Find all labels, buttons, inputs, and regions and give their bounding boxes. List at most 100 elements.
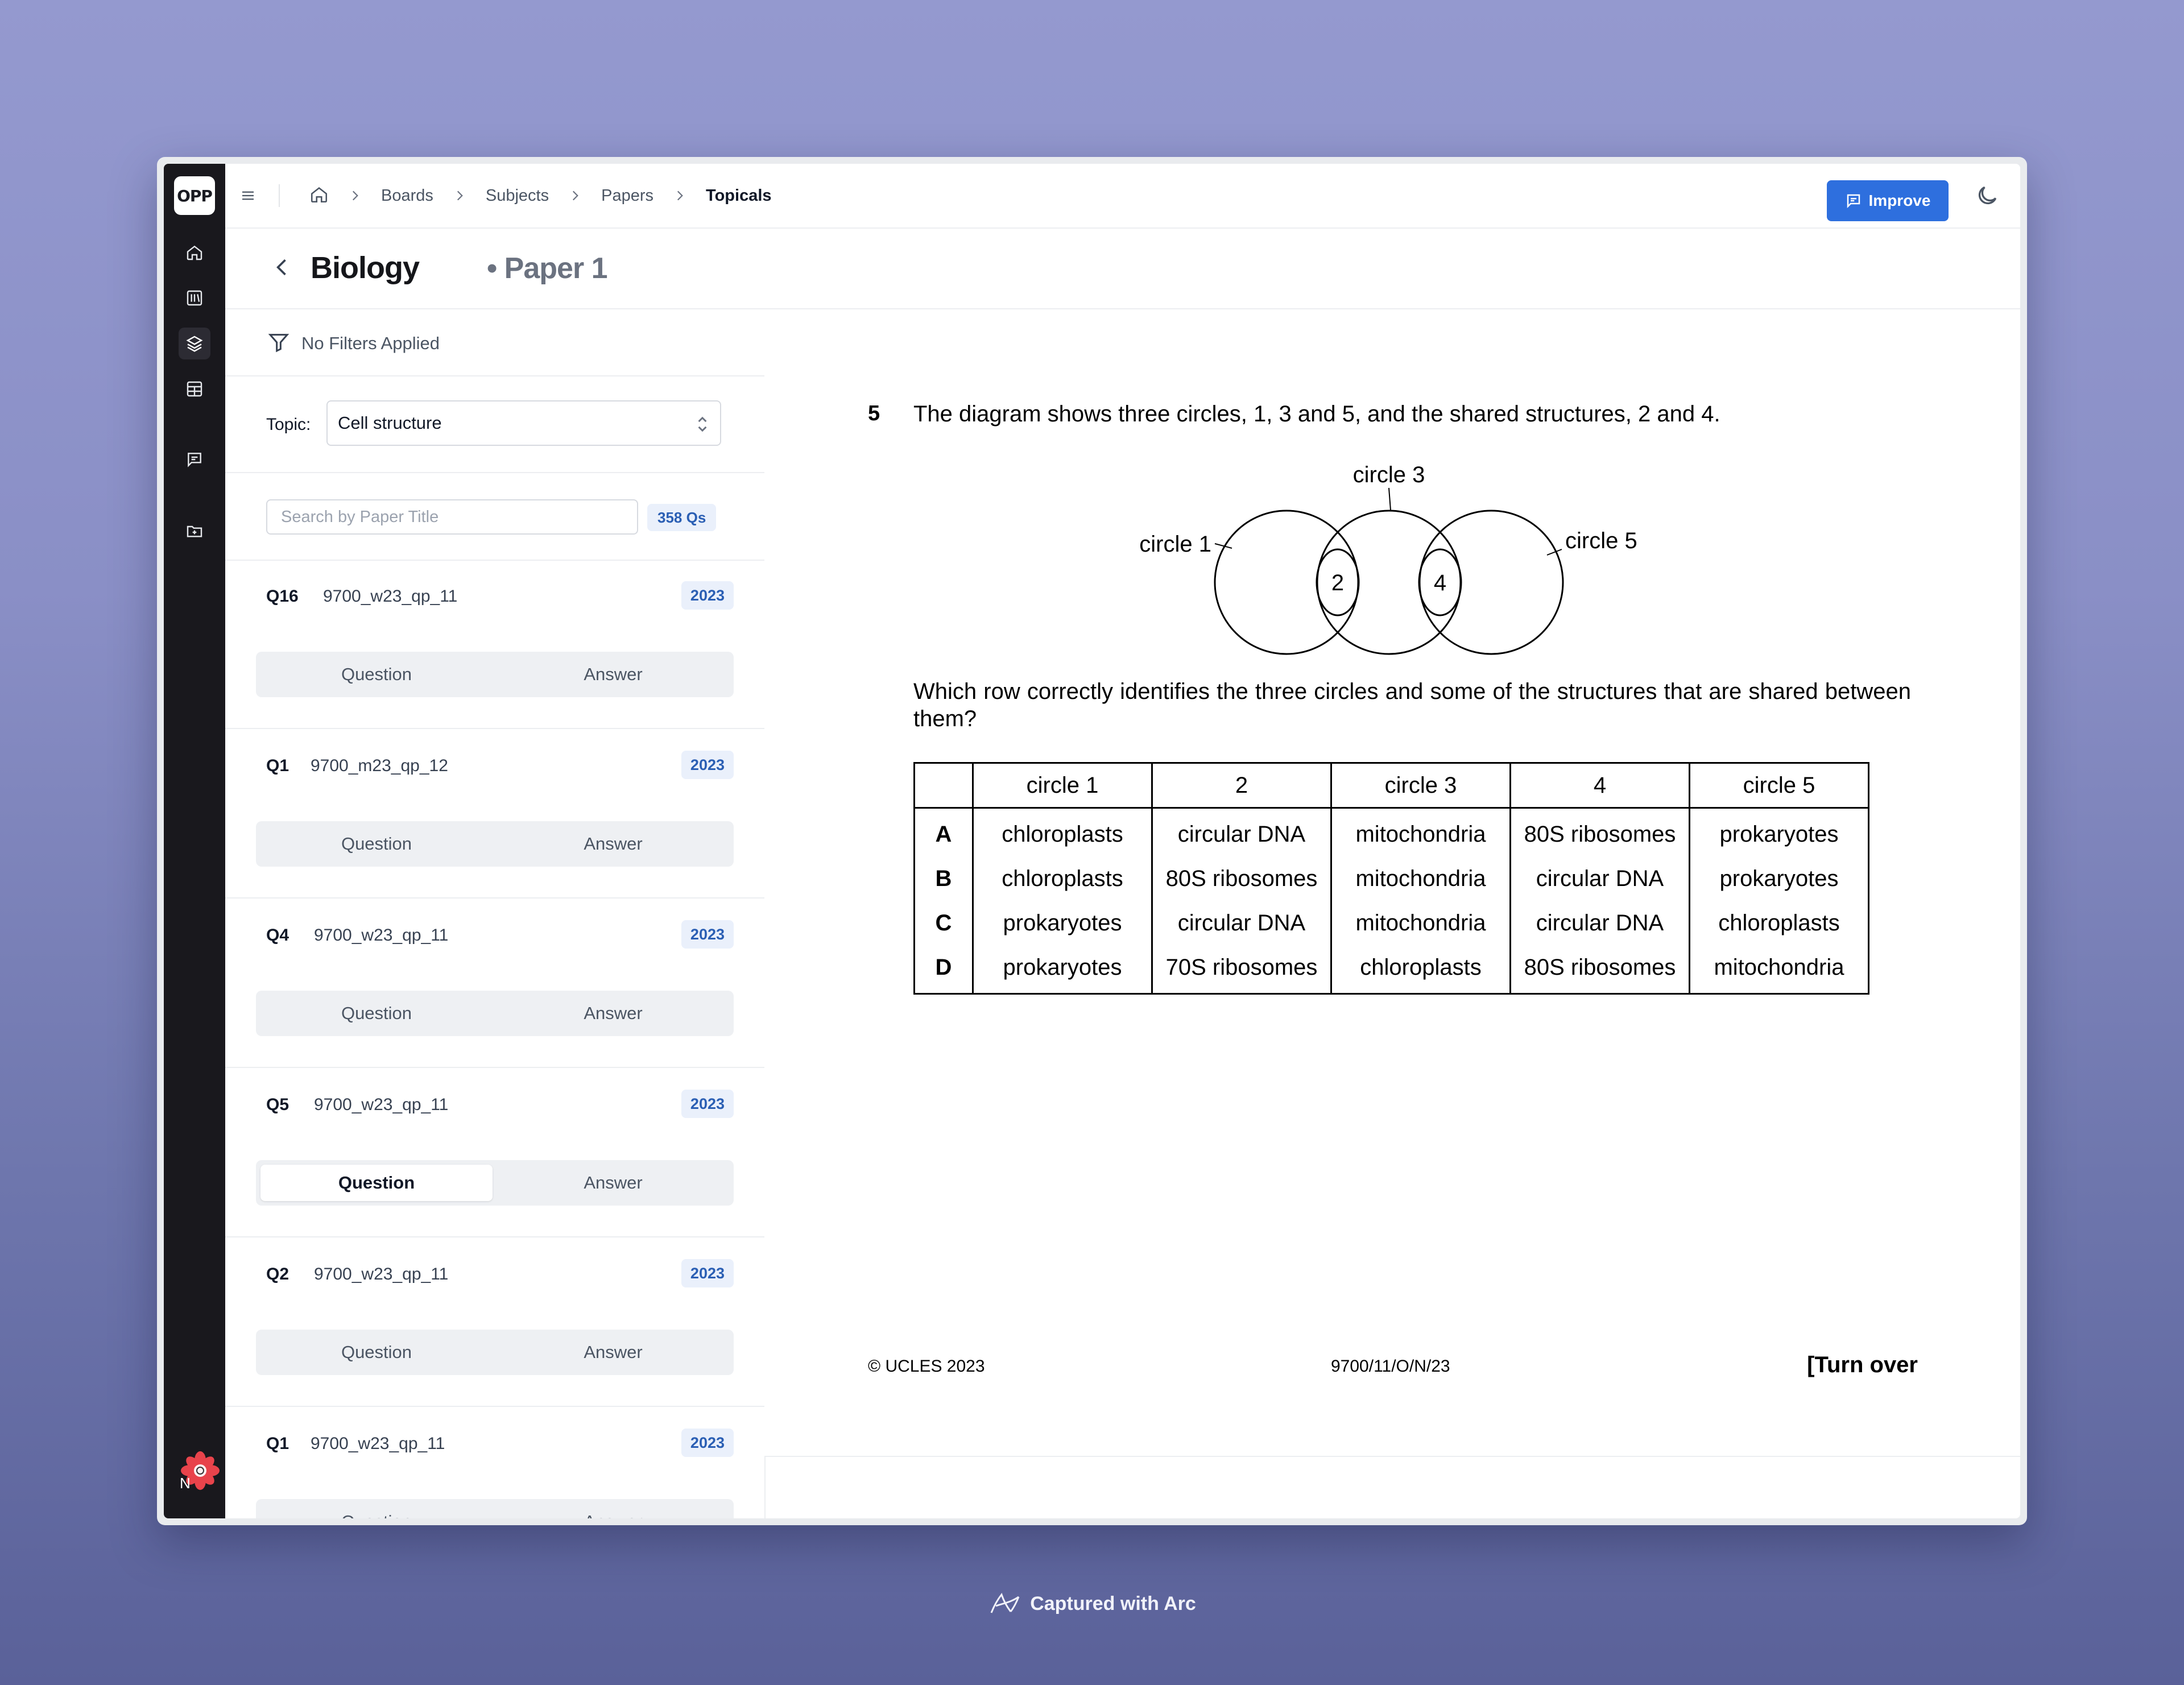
question-tab[interactable]: Question: [260, 656, 493, 693]
table-cell: mitochondria: [1330, 901, 1511, 945]
table-cell: mitochondria: [1330, 808, 1511, 856]
arc-logo-icon: [990, 1592, 1020, 1613]
user-avatar[interactable]: N: [179, 1449, 222, 1492]
answer-tab[interactable]: Answer: [497, 656, 729, 693]
chevron-updown-icon: [698, 416, 707, 432]
topic-select-value: Cell structure: [338, 413, 442, 433]
breadcrumb-papers[interactable]: Papers: [601, 187, 653, 205]
toolbar-divider: [279, 184, 280, 207]
table-cell: prokaryotes: [972, 901, 1153, 945]
question-answer-toggle: Question Answer: [256, 821, 734, 867]
browser-window: OPP N Boards Subjects Papers Topicals Im…: [157, 157, 2027, 1525]
table-cell: circular DNA: [1509, 856, 1690, 901]
year-badge: 2023: [681, 751, 734, 779]
answer-options-table: circle 1 2 circle 3 4 circle 5 A chlorop…: [913, 762, 1869, 995]
page-header: Biology • Paper 1: [225, 227, 2020, 309]
year-badge: 2023: [681, 581, 734, 610]
year-badge: 2023: [681, 1259, 734, 1287]
menu-icon[interactable]: [237, 184, 259, 207]
table-cell: chloroplasts: [972, 856, 1153, 901]
question-list-item[interactable]: Q2 9700_w23_qp_11 2023 Question Answer: [225, 1237, 764, 1407]
back-arrow-icon[interactable]: [270, 255, 295, 280]
option-letter: A: [913, 808, 974, 856]
question-list-item[interactable]: Q1 9700_w23_qp_11 2023 Question Answer: [225, 1407, 764, 1518]
filter-status[interactable]: No Filters Applied: [301, 333, 440, 354]
table-cell: 70S ribosomes: [1151, 945, 1332, 995]
question-list-item[interactable]: Q16 9700_w23_qp_11 2023 Question Answer: [225, 560, 764, 729]
table-header: circle 3: [1330, 762, 1511, 809]
question-list-item[interactable]: Q4 9700_w23_qp_11 2023 Question Answer: [225, 899, 764, 1068]
question-tab[interactable]: Question: [260, 1504, 493, 1518]
improve-button-label: Improve: [1868, 192, 1931, 209]
question-count-badge: 358 Qs: [647, 504, 717, 531]
rail-library-icon[interactable]: [179, 282, 210, 314]
table-cell: prokaryotes: [1689, 808, 1869, 856]
search-row: 358 Qs: [225, 472, 764, 561]
shared-2-label: 2: [1331, 570, 1344, 595]
turn-over-footer: [Turn over: [1807, 1352, 1918, 1377]
filter-bar: No Filters Applied: [225, 308, 2020, 376]
year-badge: 2023: [681, 920, 734, 949]
chevron-right-icon: [669, 187, 690, 204]
avatar-initial: N: [180, 1475, 191, 1492]
rail-layers-icon[interactable]: [179, 328, 210, 359]
table-header: circle 5: [1689, 762, 1869, 809]
paper-search-input[interactable]: [266, 499, 638, 535]
answer-tab[interactable]: Answer: [497, 1334, 729, 1371]
table-header-row: circle 1 2 circle 3 4 circle 5: [913, 762, 1869, 809]
question-answer-toggle: Question Answer: [256, 1330, 734, 1375]
leader-line: [1388, 487, 1391, 511]
question-number: Q5: [266, 1095, 289, 1114]
breadcrumb-home-icon[interactable]: [309, 185, 329, 207]
rail-table-icon[interactable]: [179, 373, 210, 405]
rail-chat-icon[interactable]: [179, 444, 210, 475]
chevron-right-icon: [345, 187, 365, 204]
document-viewer: 5 The diagram shows three circles, 1, 3 …: [764, 375, 2020, 1457]
table-cell: 80S ribosomes: [1509, 808, 1690, 856]
question-list-item[interactable]: Q1 9700_m23_qp_12 2023 Question Answer: [225, 729, 764, 899]
option-letter: D: [913, 945, 974, 995]
paper-code: 9700_w23_qp_11: [323, 587, 458, 606]
rail-folder-icon[interactable]: [179, 515, 210, 547]
circle-3-label: circle 3: [1353, 462, 1425, 487]
theme-toggle-moon-icon[interactable]: [1975, 183, 2000, 208]
table-cell: circular DNA: [1509, 901, 1690, 945]
question-list-panel: Topic: Cell structure 358 Qs Q16 9700_w2…: [225, 375, 766, 1518]
table-header: circle 1: [972, 762, 1153, 809]
question-number: Q16: [266, 587, 299, 606]
app-frame: OPP N Boards Subjects Papers Topicals Im…: [164, 164, 2020, 1518]
improve-button[interactable]: Improve: [1827, 180, 1949, 221]
question-list-item-active[interactable]: Q5 9700_w23_qp_11 2023 Question Answer: [225, 1068, 764, 1237]
question-tab[interactable]: Question: [260, 1334, 493, 1371]
question-tab-selected[interactable]: Question: [260, 1165, 493, 1201]
paper-code: 9700_w23_qp_11: [314, 1095, 449, 1114]
filter-icon[interactable]: [267, 331, 290, 354]
table-cell: mitochondria: [1689, 945, 1869, 995]
app-logo[interactable]: OPP: [174, 176, 215, 215]
year-badge: 2023: [681, 1429, 734, 1457]
breadcrumb-subjects[interactable]: Subjects: [486, 187, 549, 205]
top-bar: Boards Subjects Papers Topicals Improve: [225, 164, 2020, 229]
answer-tab[interactable]: Answer: [497, 1504, 729, 1518]
breadcrumb-boards[interactable]: Boards: [381, 187, 433, 205]
answer-tab[interactable]: Answer: [497, 995, 729, 1032]
table-header: 4: [1509, 762, 1690, 809]
question-tab[interactable]: Question: [260, 826, 493, 862]
venn-diagram: circle 3 circle 1 circle 5 2 4: [1139, 462, 1637, 655]
year-badge: 2023: [681, 1090, 734, 1118]
paper-code: 9700_m23_qp_12: [311, 756, 448, 775]
answer-tab[interactable]: Answer: [497, 1165, 729, 1201]
table-cell: circular DNA: [1151, 901, 1332, 945]
topic-select[interactable]: Cell structure: [326, 400, 721, 446]
question-number: Q2: [266, 1265, 289, 1284]
question-tab[interactable]: Question: [260, 995, 493, 1032]
option-letter: C: [913, 901, 974, 945]
table-row: A chloroplasts circular DNA mitochondria…: [913, 808, 1869, 856]
shared-4-label: 4: [1434, 570, 1446, 595]
question-answer-toggle: Question Answer: [256, 652, 734, 697]
page-subtitle: • Paper 1: [487, 252, 608, 285]
message-square-icon: [1847, 194, 1860, 209]
table-cell: mitochondria: [1330, 856, 1511, 901]
answer-tab[interactable]: Answer: [497, 826, 729, 862]
rail-home-icon[interactable]: [179, 237, 210, 268]
